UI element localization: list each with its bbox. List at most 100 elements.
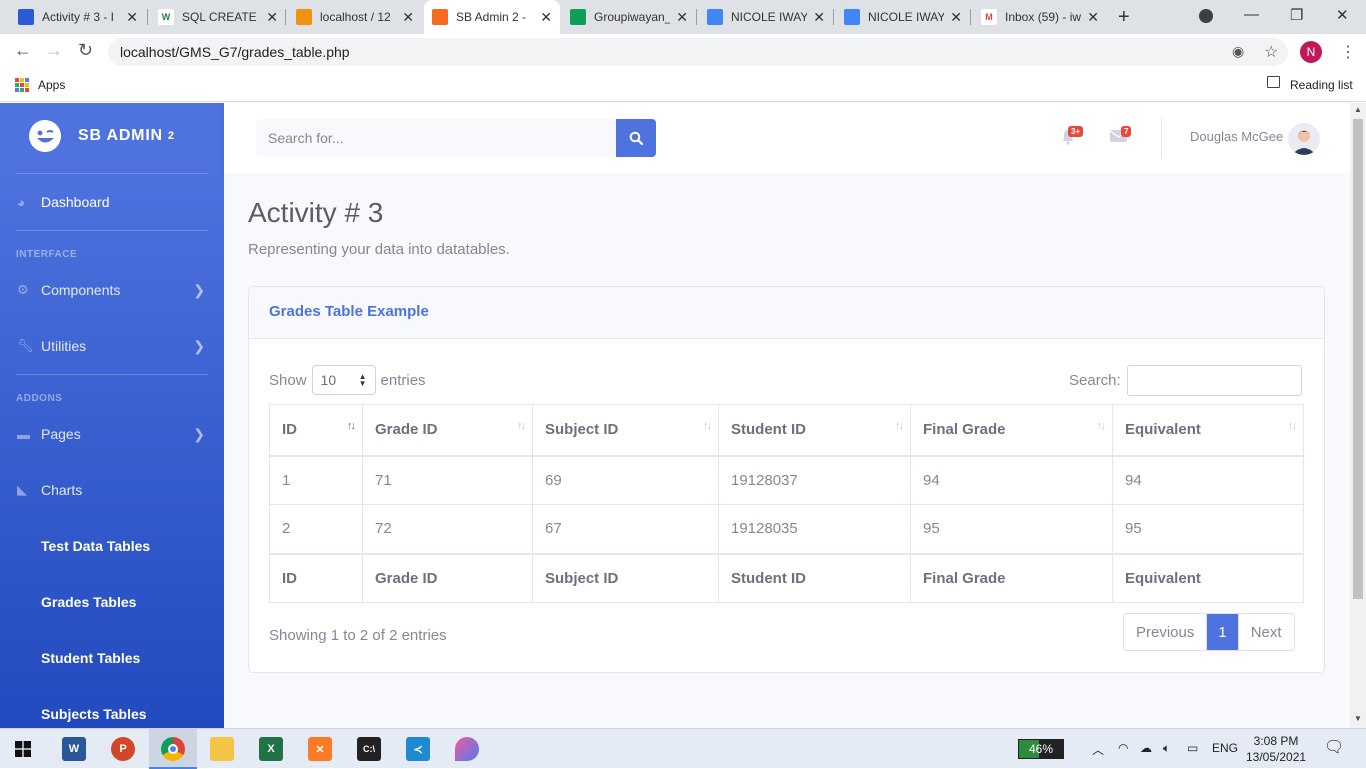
browser-tab[interactable]: NICOLE IWAY ✕ xyxy=(699,0,833,34)
next-button[interactable]: Next xyxy=(1239,614,1294,650)
search-icon xyxy=(629,131,643,145)
sidebar-item-label: Dashboard xyxy=(41,194,110,210)
scrollbar-thumb[interactable] xyxy=(1353,119,1363,599)
previous-button[interactable]: Previous xyxy=(1124,614,1208,650)
column-label: Grade ID xyxy=(375,421,438,439)
cloud-icon[interactable]: ☁ xyxy=(1140,741,1152,755)
sidebar-item-charts[interactable]: ◣ Charts xyxy=(17,482,207,498)
user-name[interactable]: Douglas McGee xyxy=(1190,129,1283,144)
language-indicator[interactable]: ENG xyxy=(1212,741,1238,755)
sidebar-item-pages[interactable]: ▬ Pages ❯ xyxy=(17,426,207,443)
speaker-icon[interactable]: 🔈︎ xyxy=(1163,741,1170,756)
system-clock[interactable]: 3:08 PM 13/05/2021 xyxy=(1246,733,1306,765)
cell-equivalent: 95 xyxy=(1112,504,1304,554)
close-icon[interactable]: ✕ xyxy=(1087,9,1099,26)
excel-icon[interactable]: X xyxy=(259,737,283,761)
tab-favicon-icon xyxy=(296,9,312,25)
sort-icon: ↑↓ xyxy=(517,420,526,432)
sidebar-divider xyxy=(16,374,208,375)
close-icon[interactable]: ✕ xyxy=(126,9,138,26)
sidebar-item-test-data-tables[interactable]: Test Data Tables xyxy=(41,538,150,554)
xampp-icon[interactable]: ✕ xyxy=(308,737,332,761)
battery-indicator[interactable]: 46% xyxy=(1018,739,1064,759)
browser-tab[interactable]: NICOLE IWAY ✕ xyxy=(836,0,970,34)
sidebar-item-dashboard[interactable]: ◕ Dashboard xyxy=(17,194,207,210)
chevron-up-icon[interactable]: ︿ xyxy=(1092,741,1104,758)
powerpoint-icon[interactable]: P xyxy=(111,737,135,761)
menu-kebab-icon[interactable]: ⋮ xyxy=(1340,42,1356,62)
tab-label: SQL CREATE T xyxy=(182,10,261,24)
browser-tab[interactable]: Activity # 3 - I ✕ xyxy=(10,0,146,34)
vscode-icon[interactable]: ≺ xyxy=(406,737,430,761)
apps-grid-icon[interactable] xyxy=(15,78,29,92)
close-icon[interactable]: ✕ xyxy=(266,9,278,26)
page-subtitle: Representing your data into datatables. xyxy=(248,241,510,258)
sidebar-item-utilities[interactable]: 🔧︎ Utilities ❯ xyxy=(17,338,207,355)
notification-icon[interactable]: 🗨︎ xyxy=(1324,737,1344,757)
bookmark-star-icon[interactable]: ☆ xyxy=(1264,42,1278,62)
scroll-down-arrow-icon[interactable]: ▼ xyxy=(1354,714,1362,723)
sidebar-item-student-tables[interactable]: Student Tables xyxy=(41,650,140,666)
scroll-up-arrow-icon[interactable]: ▲ xyxy=(1354,105,1362,114)
sidebar-brand[interactable]: SB ADMIN 2 xyxy=(28,119,175,153)
sidebar-item-grades-tables[interactable]: Grades Tables xyxy=(41,594,136,610)
apps-label[interactable]: Apps xyxy=(38,78,65,92)
tab-label: Inbox (59) - iw xyxy=(1005,10,1082,24)
tab-favicon-icon xyxy=(844,9,860,25)
battery-tray-icon[interactable]: ▭ xyxy=(1187,741,1198,755)
file-explorer-icon[interactable] xyxy=(210,737,234,761)
column-header-student-id[interactable]: Student ID ↑↓ xyxy=(718,404,911,457)
browser-tab[interactable]: Groupiwayan_ ✕ xyxy=(562,0,696,34)
sort-icon: ↑↓ xyxy=(895,420,904,432)
terminal-icon[interactable]: C:\ xyxy=(357,737,381,761)
entries-select[interactable]: 10 ▲ ▼ xyxy=(311,365,376,395)
tab-favicon-icon xyxy=(707,9,723,25)
messages-dropdown[interactable]: 7 xyxy=(1110,126,1132,148)
column-header-final-grade[interactable]: Final Grade ↑↓ xyxy=(910,404,1113,457)
column-header-id[interactable]: ID ↑↓ xyxy=(269,404,363,457)
profile-avatar[interactable]: N xyxy=(1300,41,1322,63)
search-button[interactable] xyxy=(616,119,656,157)
tab-label: NICOLE IWAY xyxy=(868,10,945,24)
search-input[interactable]: Search for... xyxy=(256,119,616,157)
page-1-button[interactable]: 1 xyxy=(1207,614,1239,650)
column-header-grade-id[interactable]: Grade ID ↑↓ xyxy=(362,404,533,457)
wifi-icon[interactable]: ◠ xyxy=(1118,741,1128,755)
minimize-icon[interactable]: — xyxy=(1244,6,1259,23)
eye-off-icon[interactable]: ◉ xyxy=(1232,43,1244,60)
footer-subject-id: Subject ID xyxy=(532,552,719,603)
browser-tab-active[interactable]: SB Admin 2 - ✕ xyxy=(424,0,560,34)
back-arrow-icon[interactable]: ← xyxy=(14,40,32,61)
browser-tab[interactable]: M Inbox (59) - iw ✕ xyxy=(973,0,1107,34)
new-tab-plus-icon[interactable]: + xyxy=(1118,6,1130,29)
close-icon[interactable]: ✕ xyxy=(676,9,688,26)
avatar[interactable] xyxy=(1288,123,1320,155)
reload-icon[interactable]: ↻ xyxy=(78,40,93,61)
show-label: Show xyxy=(269,371,307,389)
alerts-badge: 3+ xyxy=(1068,126,1084,137)
close-icon[interactable]: ✕ xyxy=(950,9,962,26)
close-icon[interactable]: ✕ xyxy=(813,9,825,26)
browser-tab[interactable]: W SQL CREATE T ✕ xyxy=(150,0,286,34)
paint-drop-icon[interactable] xyxy=(455,737,479,761)
close-icon[interactable]: ✕ xyxy=(540,9,552,26)
reading-list-icon[interactable] xyxy=(1267,76,1280,88)
word-icon[interactable]: W xyxy=(62,737,86,761)
table-search-input[interactable] xyxy=(1126,365,1302,396)
tab-search-icon[interactable] xyxy=(1199,9,1213,23)
chrome-icon[interactable] xyxy=(161,737,185,761)
forward-arrow-icon[interactable]: → xyxy=(45,40,63,61)
reading-list-label[interactable]: Reading list xyxy=(1290,78,1353,92)
close-window-icon[interactable]: ✕ xyxy=(1336,6,1349,24)
sidebar-item-components[interactable]: ⚙ Components ❯ xyxy=(17,282,207,299)
column-header-equivalent[interactable]: Equivalent ↑↓ xyxy=(1112,404,1304,457)
windows-start-icon[interactable] xyxy=(15,741,31,757)
address-bar[interactable]: i localhost/GMS_G7/grades_table.php xyxy=(108,38,1288,392)
close-icon[interactable]: ✕ xyxy=(402,9,414,26)
sidebar-item-subjects-tables[interactable]: Subjects Tables xyxy=(41,706,147,722)
page-scrollbar[interactable]: ▲ ▼ xyxy=(1350,103,1366,728)
alerts-dropdown[interactable]: 3+ xyxy=(1060,126,1084,150)
column-header-subject-id[interactable]: Subject ID ↑↓ xyxy=(532,404,719,457)
maximize-icon[interactable]: ❐ xyxy=(1290,6,1303,24)
browser-tab[interactable]: localhost / 12 ✕ xyxy=(288,0,422,34)
